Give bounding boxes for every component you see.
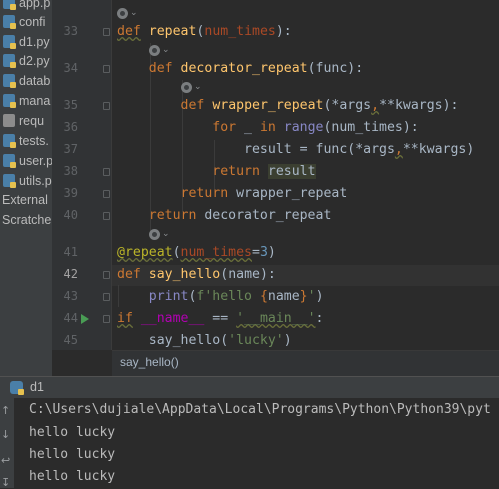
chevron-down-icon: ⌄ xyxy=(162,45,170,55)
python-file-icon xyxy=(3,94,16,108)
tree-item-config[interactable]: confi xyxy=(3,13,45,32)
python-file-icon xyxy=(3,54,16,68)
fold-marker-icon[interactable] xyxy=(103,271,110,279)
tree-item-d2[interactable]: d2.py xyxy=(3,52,50,71)
code-line-33: def repeat(num_times): xyxy=(117,24,292,39)
line-number: 35 xyxy=(63,98,78,112)
line-number: 39 xyxy=(63,186,78,200)
breadcrumb-item[interactable]: say_hello() xyxy=(120,355,179,369)
console-output-line: hello lucky xyxy=(29,425,116,440)
tree-item-d1[interactable]: d1.py xyxy=(3,33,50,52)
line-number: 40 xyxy=(63,208,78,222)
chevron-down-icon: ⌄ xyxy=(130,8,138,18)
chevron-down-icon: ⌄ xyxy=(162,229,170,239)
fold-marker-icon[interactable] xyxy=(103,102,110,110)
run-gutter-icon[interactable] xyxy=(81,314,89,324)
run-console[interactable]: C:\Users\dujiale\AppData\Local\Programs\… xyxy=(14,398,499,488)
code-editor[interactable]: ⌄ ⌄ ⌄ ⌄ def repeat(num_times): def decor… xyxy=(112,0,499,350)
inlay-hint[interactable]: ⌄ xyxy=(149,227,170,241)
tree-item-utils[interactable]: utils.p xyxy=(3,172,52,191)
code-line-42: def say_hello(name): xyxy=(117,267,276,282)
line-number-current: 42 xyxy=(63,267,78,281)
inlay-hint[interactable]: ⌄ xyxy=(181,80,202,94)
code-line-37: result = func(*args,**kwargs) xyxy=(244,142,475,157)
code-line-35: def wrapper_repeat(*args,**kwargs): xyxy=(180,98,459,113)
fold-marker-icon[interactable] xyxy=(103,28,110,36)
code-line-39: return wrapper_repeat xyxy=(180,186,348,201)
project-tool-window: app.p confi d1.py d2.py datab mana requ … xyxy=(0,0,52,376)
code-line-38: return result xyxy=(212,164,316,179)
python-file-icon xyxy=(3,74,16,88)
fold-marker-icon[interactable] xyxy=(103,65,110,73)
inlay-hint[interactable]: ⌄ xyxy=(117,6,138,20)
tree-item-scratches[interactable]: Scratche xyxy=(2,211,51,230)
fold-marker-icon[interactable] xyxy=(103,315,110,323)
arrow-down-icon[interactable]: ↓ xyxy=(1,428,10,441)
scroll-to-end-icon[interactable]: ↧ xyxy=(1,476,10,489)
line-number: 36 xyxy=(63,120,78,134)
python-file-icon xyxy=(3,134,16,148)
line-number: 44 xyxy=(63,311,78,325)
editor-gutter: 33 34 35 36 37 38 39 40 41 42 43 44 45 xyxy=(52,0,112,350)
fold-marker-icon[interactable] xyxy=(103,293,110,301)
tree-item-external-libraries[interactable]: External xyxy=(2,191,48,210)
line-number: 33 xyxy=(63,24,78,38)
line-number: 38 xyxy=(63,164,78,178)
inlay-hint[interactable]: ⌄ xyxy=(149,43,170,57)
line-number: 41 xyxy=(63,245,78,259)
tree-item-app[interactable]: app.p xyxy=(3,0,50,13)
console-command-line: C:\Users\dujiale\AppData\Local\Programs\… xyxy=(29,402,491,417)
run-toolbar: ↑ ↓ ↩ ↧ xyxy=(0,398,14,489)
fold-marker-icon[interactable] xyxy=(103,212,110,220)
fold-marker-icon[interactable] xyxy=(103,168,110,176)
line-number: 37 xyxy=(63,142,78,156)
code-line-40: return decorator_repeat xyxy=(148,208,332,223)
line-number: 34 xyxy=(63,61,78,75)
python-file-icon xyxy=(3,15,16,29)
fold-marker-icon[interactable] xyxy=(103,190,110,198)
tree-item-database[interactable]: datab xyxy=(3,72,50,91)
text-file-icon xyxy=(3,114,15,127)
code-line-45: say_hello('lucky') xyxy=(148,333,292,348)
code-line-41: @repeat(num_times=3) xyxy=(117,245,276,260)
line-number: 43 xyxy=(63,289,78,303)
usages-hint-icon xyxy=(149,228,160,240)
python-run-icon xyxy=(10,381,24,395)
arrow-up-icon[interactable]: ↑ xyxy=(1,404,10,417)
code-line-36: for _ in range(num_times): xyxy=(212,120,419,135)
run-tool-window-header: d1 xyxy=(0,376,499,398)
python-file-icon xyxy=(3,154,16,168)
tree-item-tests[interactable]: tests. xyxy=(3,132,49,151)
console-output-line: hello lucky xyxy=(29,469,116,484)
python-file-icon xyxy=(3,35,16,49)
code-line-43: print(f'hello {name}') xyxy=(148,289,324,304)
code-line-44: if __name__ == '__main__': xyxy=(117,311,324,326)
python-file-icon xyxy=(3,174,16,188)
breadcrumb[interactable]: say_hello() xyxy=(112,350,499,376)
line-number: 45 xyxy=(63,333,78,347)
tree-item-manage[interactable]: mana xyxy=(3,92,50,111)
usages-hint-icon xyxy=(117,7,128,19)
usages-hint-icon xyxy=(181,81,192,93)
console-output-line: hello lucky xyxy=(29,447,116,462)
code-line-34: def decorator_repeat(func): xyxy=(148,61,364,76)
soft-wrap-icon[interactable]: ↩ xyxy=(1,454,10,467)
usages-hint-icon xyxy=(149,44,160,56)
chevron-down-icon: ⌄ xyxy=(194,82,202,92)
tree-item-requirements[interactable]: requ xyxy=(3,112,44,131)
python-file-icon xyxy=(3,0,16,10)
run-tab-d1[interactable]: d1 xyxy=(30,380,44,394)
tree-item-user[interactable]: user.p xyxy=(3,152,52,171)
